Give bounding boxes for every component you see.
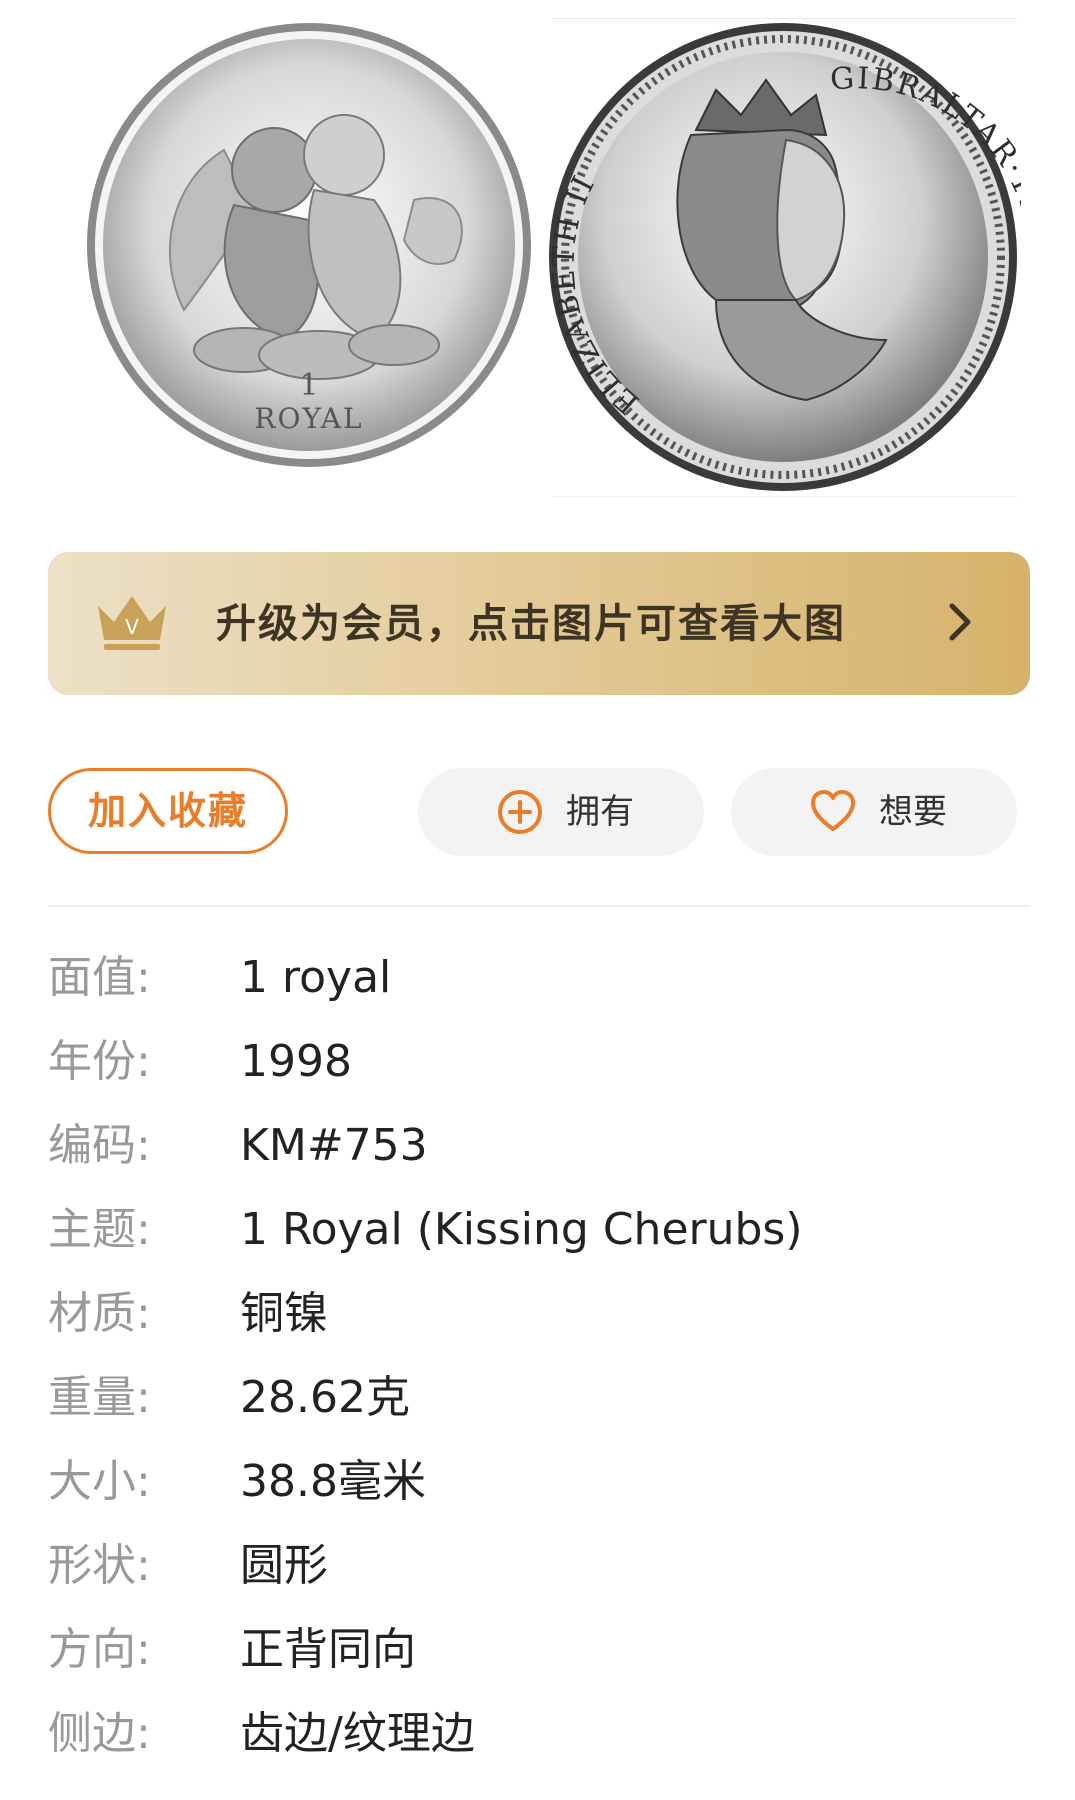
spec-label: 侧边: — [48, 1708, 151, 1759]
spec-value: 1 royal — [240, 952, 392, 1003]
spec-row-orientation: 方向: 正背同向 — [48, 1610, 1030, 1694]
spec-value: 28.62克 — [240, 1372, 410, 1423]
spec-label: 形状: — [48, 1540, 151, 1591]
want-label: 想要 — [879, 792, 947, 832]
vip-upgrade-banner[interactable]: V 升级为会员，点击图片可查看大图 — [48, 552, 1030, 695]
want-button[interactable]: 想要 — [731, 768, 1017, 856]
spec-label: 重量: — [48, 1372, 151, 1423]
coin-obverse-image[interactable]: ELIZABETH II GIBRALTAR·1998 — [546, 20, 1021, 495]
spec-value: 圆形 — [240, 1540, 328, 1591]
spec-value: KM#753 — [240, 1120, 428, 1171]
action-row: 加入收藏 拥有 想要 — [48, 768, 1030, 858]
spec-label: 年份: — [48, 1036, 151, 1087]
own-button[interactable]: 拥有 — [418, 768, 704, 856]
spec-row-shape: 形状: 圆形 — [48, 1526, 1030, 1610]
spec-value: 齿边/纹理边 — [240, 1708, 475, 1759]
spec-value: 38.8毫米 — [240, 1456, 426, 1507]
own-label: 拥有 — [566, 792, 634, 832]
spec-value: 1998 — [240, 1036, 352, 1087]
spec-row-denomination: 面值: 1 royal — [48, 938, 1030, 1022]
image-bottom-line — [552, 496, 1017, 497]
spec-label: 面值: — [48, 952, 151, 1003]
coin-specs: 面值: 1 royal 年份: 1998 编码: KM#753 主题: 1 Ro… — [48, 938, 1030, 1778]
spec-row-edge: 侧边: 齿边/纹理边 — [48, 1694, 1030, 1778]
spec-value: 1 Royal (Kissing Cherubs) — [240, 1204, 803, 1255]
vip-banner-text: 升级为会员，点击图片可查看大图 — [216, 601, 846, 647]
spec-row-size: 大小: 38.8毫米 — [48, 1442, 1030, 1526]
spec-row-material: 材质: 铜镍 — [48, 1274, 1030, 1358]
spec-row-code: 编码: KM#753 — [48, 1106, 1030, 1190]
spec-label: 方向: — [48, 1624, 151, 1675]
coin-images[interactable]: 1 ROYAL ELIZABETH II GIBRALTAR·1998 — [0, 0, 1075, 500]
spec-row-theme: 主题: 1 Royal (Kissing Cherubs) — [48, 1190, 1030, 1274]
crown-letter: V — [125, 615, 139, 639]
spec-value: 铜镍 — [240, 1288, 328, 1339]
spec-row-year: 年份: 1998 — [48, 1022, 1030, 1106]
crown-icon: V — [98, 596, 166, 650]
coin-reverse-image[interactable]: 1 ROYAL — [84, 20, 534, 470]
image-top-line — [552, 18, 1017, 19]
divider — [48, 905, 1030, 907]
plus-circle-icon — [498, 790, 542, 834]
spec-label: 主题: — [48, 1204, 151, 1255]
spec-label: 大小: — [48, 1456, 151, 1507]
spec-label: 材质: — [48, 1288, 151, 1339]
spec-label: 编码: — [48, 1120, 151, 1171]
add-to-favorites-button[interactable]: 加入收藏 — [48, 768, 288, 854]
chevron-right-icon — [949, 603, 971, 641]
heart-icon — [811, 790, 855, 831]
coin-denomination-number: 1 — [299, 368, 318, 403]
spec-value: 正背同向 — [240, 1624, 416, 1675]
coin-denomination-word: ROYAL — [254, 402, 363, 435]
spec-row-weight: 重量: 28.62克 — [48, 1358, 1030, 1442]
